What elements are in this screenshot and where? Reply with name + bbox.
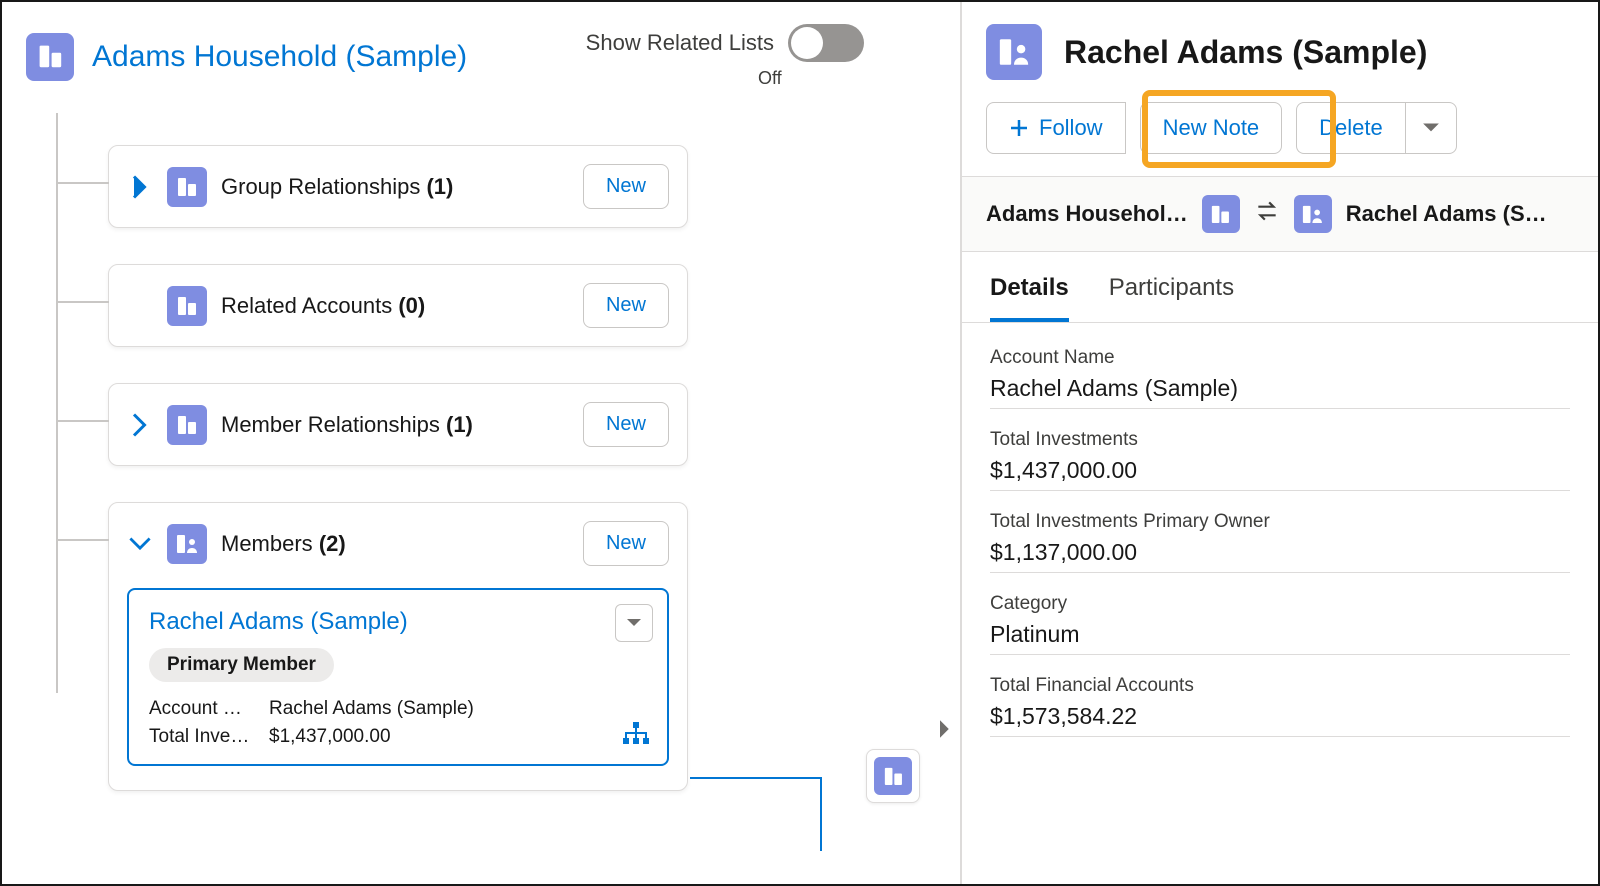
section-title: Members (2) [221,531,346,557]
account-icon [167,405,207,445]
member-menu-button[interactable] [615,604,653,642]
household-title-link[interactable]: Adams Household (Sample) [92,40,467,74]
tree-spine [56,113,58,693]
account-icon [167,167,207,207]
household-icon [26,33,74,81]
section-related-accounts: · Related Accounts (0) New [108,264,688,347]
follow-button[interactable]: Follow [986,102,1126,154]
related-node-icon[interactable] [866,749,920,803]
chevron-right-icon[interactable] [127,174,153,200]
field-total-investments-primary-owner: Total Investments Primary Owner $1,137,0… [990,511,1570,573]
member-field-value: $1,437,000.00 [269,726,391,748]
breadcrumb-person[interactable]: Rachel Adams (S… [1346,201,1547,227]
member-field-label: Total Inve… [149,726,269,748]
tab-participants[interactable]: Participants [1109,274,1234,322]
toggle-state: Off [758,68,782,89]
expand-caret-icon[interactable] [938,719,952,745]
connector-line [690,777,822,851]
new-note-button[interactable]: New Note [1140,102,1283,154]
chevron-right-icon[interactable] [127,412,153,438]
right-panel: Rachel Adams (Sample) Follow New Note De… [962,2,1598,884]
left-panel: Adams Household (Sample) Show Related Li… [2,2,962,884]
tabs: Details Participants [962,252,1598,323]
field-total-investments: Total Investments $1,437,000.00 [990,429,1570,491]
section-title: Member Relationships (1) [221,412,473,438]
field-account-name: Account Name Rachel Adams (Sample) [990,347,1570,409]
delete-button[interactable]: Delete [1296,102,1405,154]
member-field-label: Account … [149,698,269,720]
new-button[interactable]: New [583,521,669,566]
new-button[interactable]: New [583,402,669,447]
section-members: Members (2) New Rachel Adams (Sample) Pr… [108,502,688,791]
new-button[interactable]: New [583,164,669,209]
person-account-icon [986,24,1042,80]
primary-member-badge: Primary Member [149,648,334,682]
householdperson-icon [167,524,207,564]
swap-icon [1254,200,1280,228]
field-category: Category Platinum [990,593,1570,655]
breadcrumb-household[interactable]: Adams Househol… [986,201,1188,227]
new-button[interactable]: New [583,283,669,328]
member-field-value: Rachel Adams (Sample) [269,698,474,720]
member-name-link[interactable]: Rachel Adams (Sample) [149,608,408,635]
account-icon [167,286,207,326]
hierarchy-icon[interactable] [623,722,649,750]
related-lists-toggle[interactable] [788,24,864,62]
person-account-icon [1294,195,1332,233]
plus-icon [1009,118,1029,138]
page-title: Rachel Adams (Sample) [1064,34,1427,71]
toggle-label: Show Related Lists [586,30,774,56]
more-actions-button[interactable] [1405,102,1457,154]
household-icon [1202,195,1240,233]
section-member-relationships: Member Relationships (1) New [108,383,688,466]
field-total-financial-accounts: Total Financial Accounts $1,573,584.22 [990,675,1570,737]
section-title: Related Accounts (0) [221,293,425,319]
details-section: Account Name Rachel Adams (Sample) Total… [962,323,1598,757]
section-group-relationships: Group Relationships (1) New [108,145,688,228]
section-title: Group Relationships (1) [221,174,453,200]
tab-details[interactable]: Details [990,274,1069,322]
chevron-down-icon[interactable] [127,531,153,557]
breadcrumb: Adams Househol… Rachel Adams (S… [962,176,1598,252]
member-card-rachel[interactable]: Rachel Adams (Sample) Primary Member Acc… [127,588,669,766]
